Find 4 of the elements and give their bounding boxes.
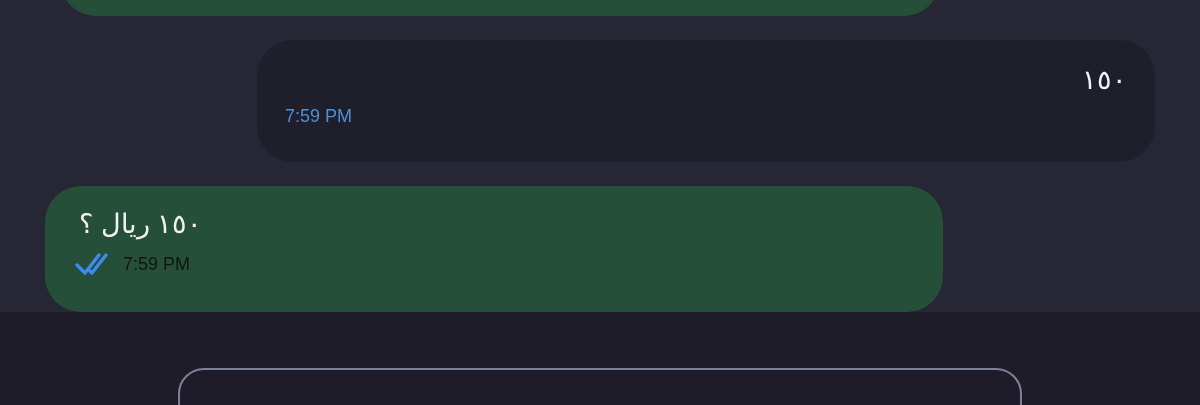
message-text: ١٥٠ ريال ؟ <box>79 208 202 240</box>
message-text: ١٥٠ <box>1082 64 1127 96</box>
message-time: 7:59 PM <box>123 253 191 275</box>
message-time: 7:59 PM <box>285 106 353 127</box>
